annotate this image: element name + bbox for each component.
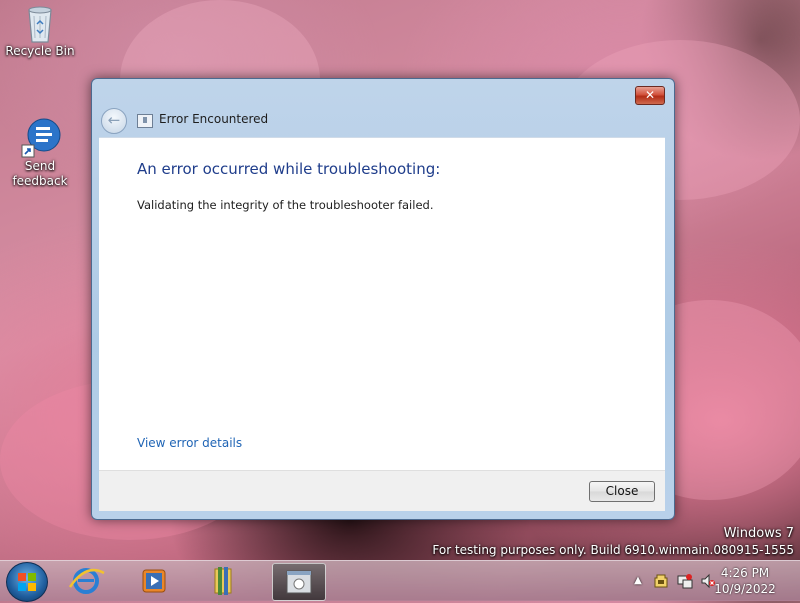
taskbar-troubleshooter-window[interactable]: [272, 563, 326, 601]
window-title: Error Encountered: [159, 112, 269, 126]
dialog-content: An error occurred while troubleshooting:…: [99, 137, 665, 471]
taskbar-file-explorer[interactable]: [198, 563, 250, 599]
clock-time: 4:26 PM: [720, 566, 770, 580]
network-icon[interactable]: [677, 573, 693, 589]
desktop-icon-label: Recycle Bin: [5, 44, 75, 58]
desktop-icon-send-feedback[interactable]: Send feedback: [5, 117, 75, 189]
recycle-bin-icon: [20, 2, 60, 43]
desktop-icon-label: Send feedback: [12, 159, 68, 188]
window-icon: [137, 114, 153, 128]
clock-date: 10/9/2022: [714, 582, 776, 596]
desktop-icon-recycle-bin[interactable]: Recycle Bin: [5, 2, 75, 59]
error-message: Validating the integrity of the troubles…: [137, 198, 434, 212]
windows-logo-icon: [18, 573, 36, 591]
troubleshooter-icon: [286, 570, 312, 594]
media-player-icon: [142, 569, 166, 593]
close-window-button[interactable]: ✕: [635, 86, 665, 105]
taskbar-internet-explorer[interactable]: [60, 563, 112, 599]
dialog-footer: Close: [99, 470, 665, 511]
start-button[interactable]: [6, 562, 48, 602]
back-button[interactable]: ←: [101, 108, 127, 134]
show-hidden-icons-button[interactable]: ▲: [630, 573, 646, 589]
taskbar-media-player[interactable]: [128, 563, 180, 599]
feedback-icon: [20, 117, 61, 158]
view-error-details-link[interactable]: View error details: [137, 436, 242, 450]
error-heading: An error occurred while troubleshooting:: [137, 160, 441, 178]
file-explorer-icon: [214, 567, 232, 595]
taskbar: ▲ 4:26 PM 10/9/2022: [0, 560, 800, 602]
watermark-os-name: Windows 7: [723, 526, 794, 541]
troubleshooter-error-dialog: ✕ ← Error Encountered An error occurred …: [91, 78, 675, 520]
close-button[interactable]: Close: [589, 481, 655, 502]
action-center-icon[interactable]: [653, 573, 669, 589]
internet-explorer-icon: [68, 568, 105, 594]
taskbar-clock[interactable]: 4:26 PM 10/9/2022: [710, 565, 780, 597]
watermark-build-info: For testing purposes only. Build 6910.wi…: [432, 543, 794, 557]
